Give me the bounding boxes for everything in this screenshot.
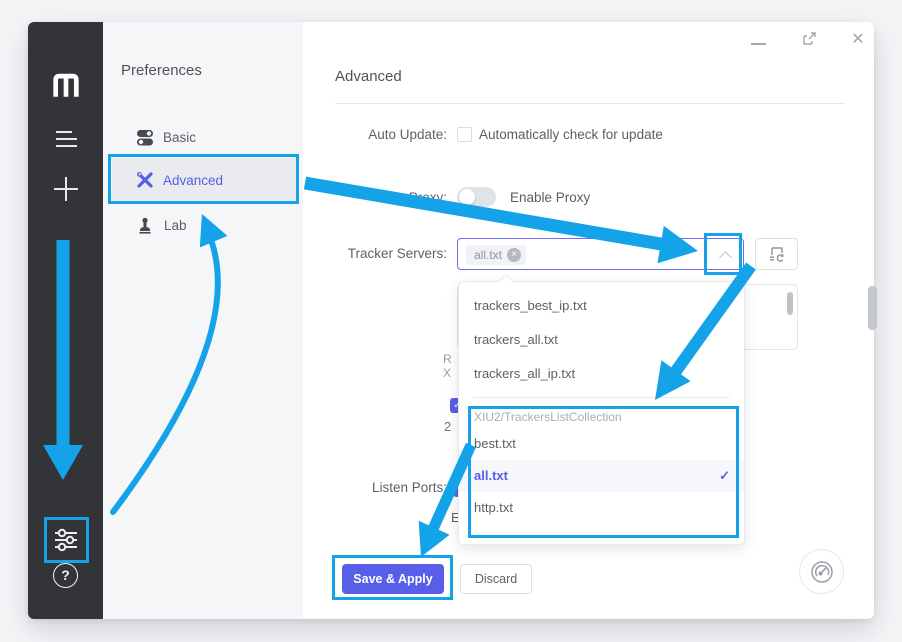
dropdown-item[interactable]: trackers_all.txt <box>459 323 744 357</box>
lab-stamp-icon <box>137 217 153 234</box>
check-icon: ✓ <box>719 460 730 492</box>
dropdown-item[interactable]: best.txt <box>459 428 744 460</box>
nav-label-lab: Lab <box>164 218 187 233</box>
tag-remove-icon[interactable]: × <box>507 248 521 262</box>
chevron-up-icon[interactable] <box>719 251 732 264</box>
auto-update-label: Auto Update: <box>287 127 447 142</box>
nav-item-lab[interactable]: Lab <box>137 210 187 240</box>
dropdown-item[interactable]: trackers_all_ip.txt <box>459 357 744 391</box>
preferences-nav-panel <box>103 22 303 619</box>
save-apply-button[interactable]: Save & Apply <box>342 564 444 594</box>
dropdown-item-label: http.txt <box>474 500 513 515</box>
dropdown-group-header: XIU2/TrackersListCollection <box>459 398 744 428</box>
proxy-label: Proxy: <box>287 190 447 205</box>
content-scrollbar[interactable] <box>868 286 877 330</box>
toggle-knob <box>459 189 475 205</box>
dropdown-item-label: all.txt <box>474 468 508 483</box>
discard-button[interactable]: Discard <box>460 564 532 594</box>
app-sidebar: ? <box>28 22 103 619</box>
question-mark-glyph: ? <box>53 563 78 588</box>
task-list-icon[interactable] <box>28 128 103 150</box>
tracker-dropdown: trackers_best_ip.txt trackers_all.txt tr… <box>458 281 745 545</box>
advanced-tools-icon <box>136 171 154 189</box>
close-button[interactable]: ✕ <box>846 28 870 52</box>
preferences-icon[interactable] <box>28 525 103 555</box>
dropdown-item[interactable]: http.txt <box>459 492 744 524</box>
dropdown-item-label: trackers_all_ip.txt <box>474 366 575 381</box>
proxy-toggle-label: Enable Proxy <box>510 190 590 205</box>
tracker-servers-label: Tracker Servers: <box>287 246 447 261</box>
help-icon[interactable]: ? <box>28 563 103 588</box>
textarea-scrollbar[interactable] <box>787 292 793 315</box>
screenshot-stage: ? Preferences Basic Advanced <box>0 0 902 642</box>
add-task-icon[interactable] <box>28 174 103 204</box>
proxy-toggle[interactable] <box>457 187 496 207</box>
motrix-preferences-window: ? Preferences Basic Advanced <box>28 22 874 619</box>
auto-update-checkbox[interactable] <box>457 127 472 142</box>
tracker-select-input[interactable]: all.txt × <box>457 238 744 270</box>
occluded-text-line2: X <box>443 366 451 380</box>
motrix-logo-icon <box>28 72 103 99</box>
title-divider <box>335 103 845 104</box>
nav-item-basic[interactable]: Basic <box>136 122 196 152</box>
nav-label-basic: Basic <box>163 130 196 145</box>
tracker-tag-label: all.txt <box>474 248 502 262</box>
dropdown-item-selected[interactable]: all.txt ✓ <box>459 460 744 492</box>
nav-label-advanced: Advanced <box>163 173 223 188</box>
dropdown-item[interactable]: trackers_best_ip.txt <box>459 289 744 323</box>
dropdown-item-label: best.txt <box>474 436 516 451</box>
tracker-tag: all.txt × <box>466 245 526 265</box>
speedometer-icon <box>809 559 835 585</box>
occluded-text-line3: 2 <box>444 419 451 434</box>
page-title: Advanced <box>335 68 402 85</box>
speed-limit-button[interactable] <box>799 549 844 594</box>
minimize-button[interactable] <box>751 43 766 45</box>
listen-ports-label: Listen Ports: <box>287 480 447 495</box>
sync-icon <box>768 246 786 262</box>
nav-item-advanced[interactable]: Advanced <box>136 165 223 195</box>
preferences-panel-title: Preferences <box>121 62 202 79</box>
basic-toggles-icon <box>136 129 154 146</box>
dropdown-item-label: trackers_best_ip.txt <box>474 298 587 313</box>
occluded-text-line1: R <box>443 352 452 366</box>
auto-update-checkbox-label[interactable]: Automatically check for update <box>479 127 663 142</box>
dropdown-item-label: trackers_all.txt <box>474 332 558 347</box>
restore-button[interactable] <box>802 31 817 51</box>
sync-trackers-button[interactable] <box>755 238 798 270</box>
